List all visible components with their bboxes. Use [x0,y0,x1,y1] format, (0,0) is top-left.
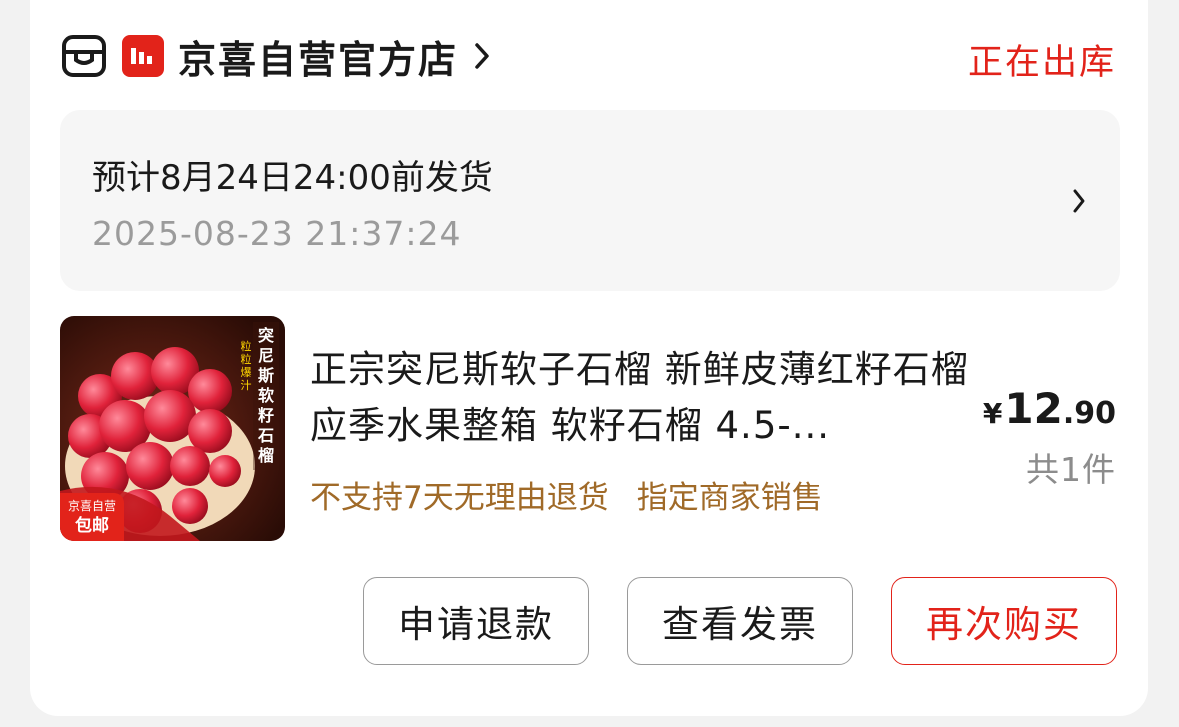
price-decimal: .90 [1062,396,1116,431]
thumbnail-tag-text: 粒粒爆汁 [240,340,252,392]
jingxi-logo-icon [122,35,164,77]
price-currency: ¥ [982,397,1003,430]
product-price: ¥ 12 .90 [983,384,1116,433]
rebuy-button[interactable]: 再次购买 [891,577,1117,665]
thumbnail-side-text: 突尼斯软籽石榴 [253,322,279,470]
chevron-right-icon [1073,189,1085,213]
view-invoice-button[interactable]: 查看发票 [627,577,853,665]
delivery-timestamp: 2025-08-23 21:37:24 [92,214,462,253]
refund-button[interactable]: 申请退款 [363,577,589,665]
delivery-estimate: 预计8月24日24:00前发货 [92,158,493,198]
chevron-right-icon [475,43,489,69]
product-tags: 不支持7天无理由退货 指定商家销售 [310,472,851,517]
delivery-info[interactable]: 预计8月24日24:00前发货 2025-08-23 21:37:24 [60,110,1120,291]
store-header[interactable]: 京喜自营官方店 [60,30,490,82]
thumbnail-badge-top: 京喜自营 [67,499,116,513]
thumbnail-badge-bottom: 包邮 [75,516,109,536]
thumbnail-badge: 京喜自营 包邮 [60,493,124,541]
product-quantity: 共1件 [1026,450,1116,489]
return-policy-tag: 不支持7天无理由退货 [310,480,609,516]
order-card: 京喜自营官方店 正在出库 预计8月24日24:00前发货 2025-08-23 … [30,0,1148,716]
store-icon [62,35,106,77]
product-title[interactable]: 正宗突尼斯软子石榴 新鲜皮薄红籽石榴应季水果整箱 软籽石榴 4.5-... [310,342,970,454]
price-integer: 12 [1004,384,1063,433]
order-status: 正在出库 [967,43,1116,83]
store-name: 京喜自营官方店 [178,37,459,82]
product-thumbnail[interactable]: 突尼斯软籽石榴 粒粒爆汁 京喜自营 包邮 [60,316,285,541]
seller-tag: 指定商家销售 [636,480,823,516]
